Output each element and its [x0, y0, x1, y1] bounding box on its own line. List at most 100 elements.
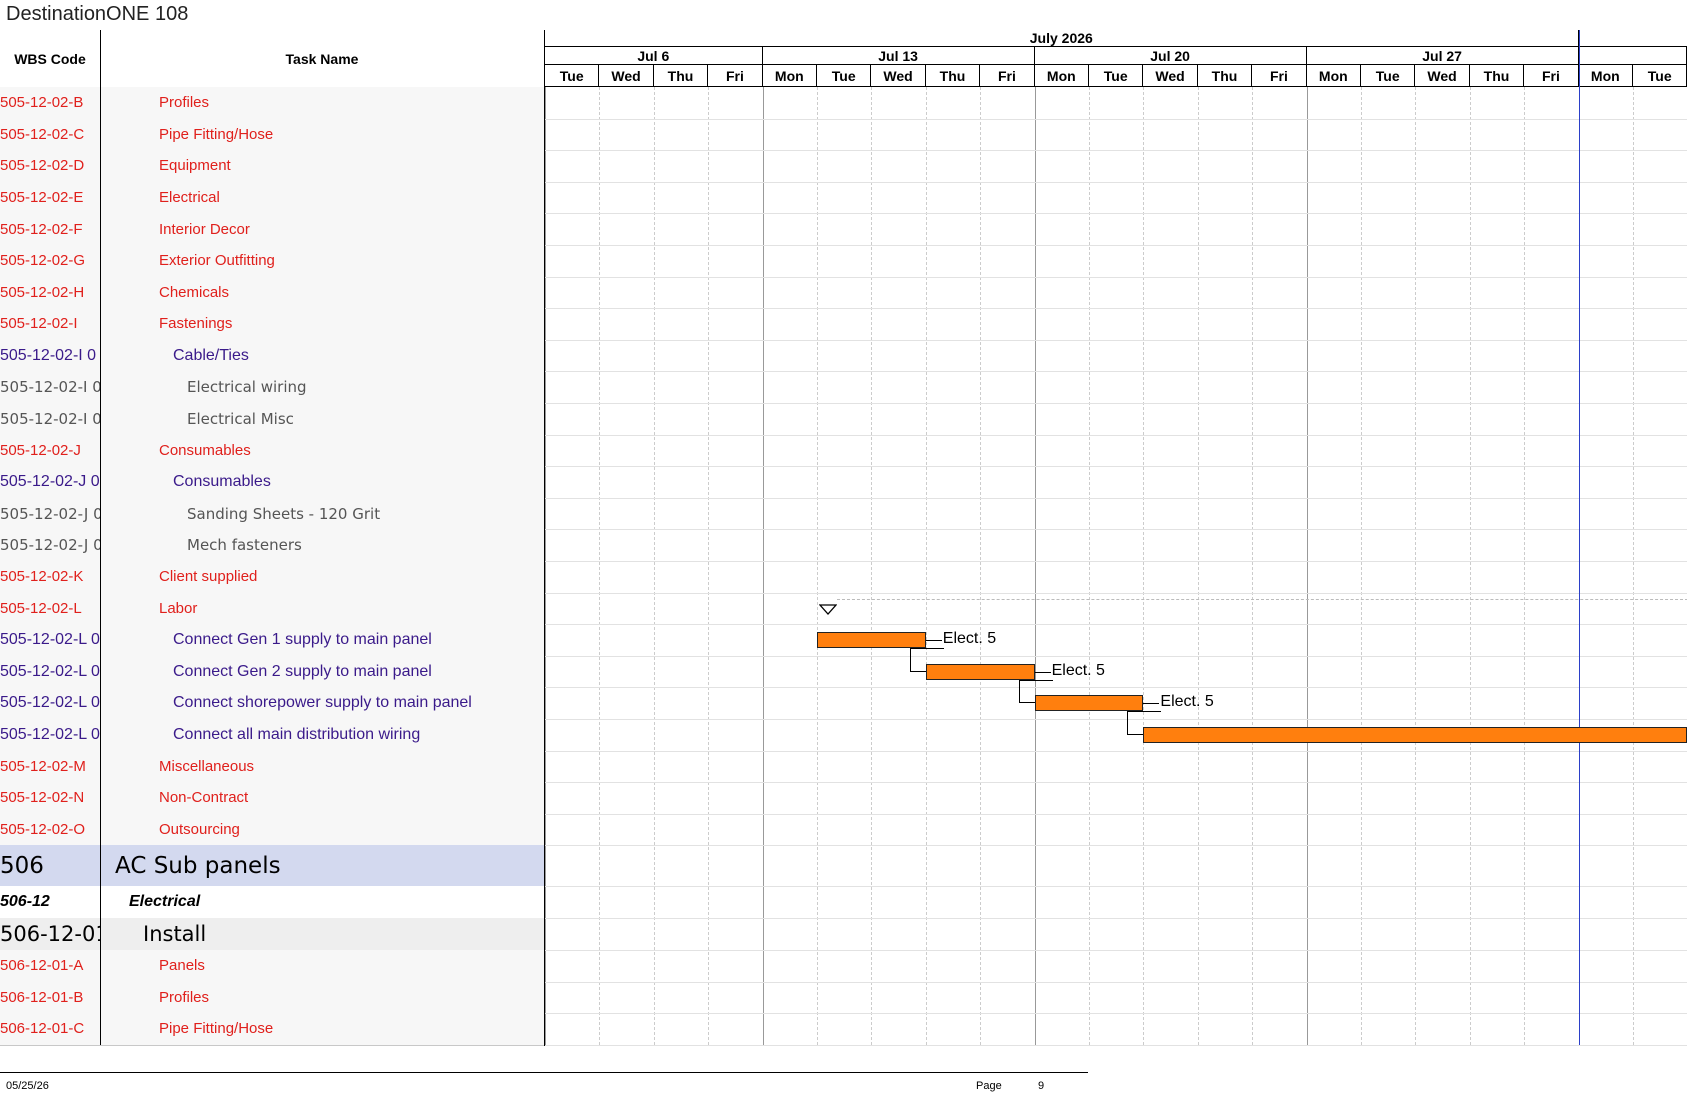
task-name-cell[interactable]: Connect Gen 2 supply to main panel [101, 656, 544, 688]
wbs-code-cell[interactable]: 505-12-02-C [0, 118, 101, 151]
wbs-code-cell[interactable]: 506-12-01-B [0, 981, 101, 1014]
wbs-code-cell[interactable]: 505-12-02-J [0, 434, 101, 467]
wbs-code-cell[interactable]: 505-12-02-I 01 [0, 403, 101, 435]
table-row[interactable]: 506-12-01-B Profiles [0, 981, 544, 1015]
table-row[interactable]: 505-12-02-D Equipment [0, 150, 544, 183]
wbs-code-cell[interactable]: 505-12-02-G [0, 245, 101, 277]
wbs-code-cell[interactable]: 505-12-02-L 0 [0, 719, 101, 751]
table-row[interactable]: 505-12-02-L 0 Connect all main distributi… [0, 719, 544, 752]
task-name-cell[interactable]: Exterior Outfitting [101, 245, 544, 277]
wbs-code-cell[interactable]: 505-12-02-B [0, 87, 101, 119]
table-row[interactable]: 505-12-02-I 0 Cable/Ties [0, 339, 544, 373]
task-name-cell[interactable]: Mech fasteners [101, 529, 544, 561]
task-name-cell[interactable]: Connect all main distribution wiring [101, 719, 544, 751]
task-name-cell[interactable]: Sanding Sheets - 120 Grit [101, 498, 544, 530]
wbs-code-cell[interactable]: 505-12-02-M [0, 750, 101, 783]
task-name-cell[interactable]: Electrical Misc [101, 403, 544, 435]
table-row[interactable]: 505-12-02-M Miscellaneous [0, 750, 544, 784]
wbs-code-cell[interactable]: 506-12-01-A [0, 950, 101, 982]
wbs-code-cell[interactable]: 505-12-02-J 01 [0, 497, 101, 530]
wbs-code-cell[interactable]: 505-12-02-L 0 [0, 655, 101, 688]
wbs-code-cell[interactable]: 505-12-02-K [0, 561, 101, 593]
task-bar[interactable] [1143, 726, 1687, 743]
task-name-cell[interactable]: Profiles [101, 982, 544, 1014]
wbs-code-cell[interactable]: 505-12-02-I 0 [0, 339, 101, 372]
table-row[interactable]: 505-12-02-E Electrical [0, 181, 544, 215]
wbs-code-cell[interactable]: 505-12-02-L 0 [0, 624, 101, 656]
table-row[interactable]: 506-12-01 Install [0, 918, 544, 951]
table-row[interactable]: 505-12-02-L 0 Connect Gen 1 supply to mai… [0, 624, 544, 657]
wbs-code-cell[interactable]: 505-12-02-J 01 [0, 529, 101, 561]
table-row[interactable]: 505-12-02-C Pipe Fitting/Hose [0, 118, 544, 152]
task-name-cell[interactable]: Profiles [101, 87, 544, 119]
task-name-cell[interactable]: Install [101, 918, 544, 950]
task-name-cell[interactable]: Interior Decor [101, 213, 544, 245]
summary-triangle-icon[interactable] [818, 603, 838, 621]
task-name-cell[interactable]: Chemicals [101, 277, 544, 309]
wbs-code-cell[interactable]: 505-12-02-L [0, 592, 101, 625]
table-row[interactable]: 505-12-02-O Outsourcing [0, 813, 544, 847]
day-gridline [817, 87, 818, 1045]
task-bar[interactable] [925, 663, 1035, 680]
table-row[interactable]: 505-12-02-H Chemicals [0, 276, 544, 310]
wbs-code-cell[interactable]: 505-12-02-O [0, 813, 101, 846]
wbs-code-cell[interactable]: 505-12-02-I [0, 308, 101, 340]
day-header: Tue [545, 65, 600, 87]
wbs-code-cell[interactable]: 505-12-02-D [0, 150, 101, 182]
table-row[interactable]: 505-12-02-B Profiles [0, 87, 544, 120]
task-name-cell[interactable]: AC Sub panels [101, 845, 544, 886]
wbs-column-header[interactable]: WBS Code [0, 30, 101, 88]
task-name-cell[interactable]: Non-Contract [101, 782, 544, 814]
table-row[interactable]: 505-12-02-J 0 Consumables [0, 466, 544, 499]
table-row[interactable]: 505-12-02-I 01 Electrical Misc [0, 403, 544, 436]
task-name-cell[interactable]: Connect Gen 1 supply to main panel [101, 624, 544, 656]
table-row[interactable]: 506-12-01-C Pipe Fitting/Hose [0, 1013, 544, 1046]
task-name-cell[interactable]: Pipe Fitting/Hose [101, 119, 544, 151]
table-row[interactable]: 505-12-02-L 0 Connect Gen 2 supply to mai… [0, 655, 544, 689]
table-row[interactable]: 505-12-02-L 0 Connect shorepower supply t… [0, 687, 544, 720]
table-row[interactable]: 505-12-02-K Client supplied [0, 561, 544, 594]
task-name-cell[interactable]: Electrical [101, 886, 544, 918]
table-row[interactable]: 505-12-02-J 01 Mech fasteners [0, 529, 544, 562]
wbs-code-cell[interactable]: 506-12-01 [0, 918, 101, 950]
task-name-cell[interactable]: Consumables [101, 435, 544, 467]
table-row[interactable]: 506-12 Electrical [0, 886, 544, 919]
task-bar[interactable] [1034, 695, 1144, 712]
task-name-cell[interactable]: Electrical wiring [101, 371, 544, 403]
table-row[interactable]: 505-12-02-G Exterior Outfitting [0, 245, 544, 278]
task-name-cell[interactable]: Connect shorepower supply to main panel [101, 687, 544, 719]
task-name-cell[interactable]: Cable/Ties [101, 340, 544, 372]
table-row[interactable]: 505-12-02-I 01 Electrical wiring [0, 371, 544, 404]
table-row[interactable]: 506 AC Sub panels [0, 845, 544, 888]
table-row[interactable]: 505-12-02-J 01 Sanding Sheets - 120 Grit [0, 497, 544, 531]
task-name-cell[interactable]: Outsourcing [101, 814, 544, 846]
task-name-cell[interactable]: Client supplied [101, 561, 544, 593]
task-name-cell[interactable]: Consumables [101, 466, 544, 498]
table-row[interactable]: 506-12-01-A Panels [0, 950, 544, 983]
task-bar[interactable] [817, 632, 926, 648]
wbs-code-cell[interactable]: 505-12-02-F [0, 213, 101, 245]
table-row[interactable]: 505-12-02-L Labor [0, 592, 544, 626]
task-name-column-header[interactable]: Task Name [100, 30, 545, 88]
task-name-cell[interactable]: Pipe Fitting/Hose [101, 1013, 544, 1045]
table-row[interactable]: 505-12-02-I Fastenings [0, 308, 544, 341]
table-row[interactable]: 505-12-02-N Non-Contract [0, 782, 544, 815]
wbs-code-cell[interactable]: 505-12-02-J 0 [0, 466, 101, 498]
table-row[interactable]: 505-12-02-J Consumables [0, 434, 544, 468]
wbs-code-cell[interactable]: 505-12-02-I 01 [0, 371, 101, 403]
wbs-code-cell[interactable]: 505-12-02-N [0, 782, 101, 814]
task-name-cell[interactable]: Panels [101, 950, 544, 982]
wbs-code-cell[interactable]: 506-12 [0, 886, 101, 918]
task-name-cell[interactable]: Electrical [101, 182, 544, 214]
day-gridline [1197, 87, 1199, 1045]
task-name-cell[interactable]: Labor [101, 593, 544, 625]
task-name-cell[interactable]: Fastenings [101, 308, 544, 340]
task-name-cell[interactable]: Miscellaneous [101, 751, 544, 783]
task-name-cell[interactable]: Equipment [101, 150, 544, 182]
wbs-code-cell[interactable]: 505-12-02-E [0, 181, 101, 214]
wbs-code-cell[interactable]: 506 [0, 845, 101, 887]
wbs-code-cell[interactable]: 505-12-02-H [0, 276, 101, 309]
wbs-code-cell[interactable]: 505-12-02-L 0 [0, 687, 101, 719]
wbs-code-cell[interactable]: 506-12-01-C [0, 1013, 101, 1045]
table-row[interactable]: 505-12-02-F Interior Decor [0, 213, 544, 246]
